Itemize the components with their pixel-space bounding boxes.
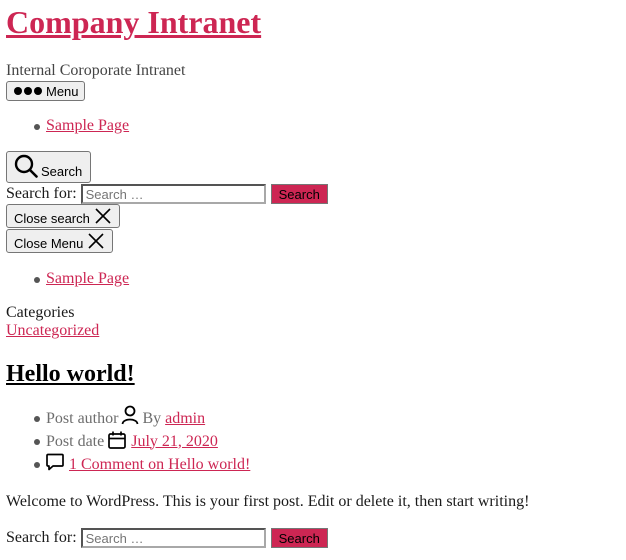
post-excerpt: Welcome to WordPress. This is your first… xyxy=(6,493,530,510)
post-title: Hello world! xyxy=(6,360,135,388)
person-icon xyxy=(121,405,139,425)
nav-item-sample-page: Sample Page xyxy=(6,115,129,137)
dots-icon xyxy=(14,87,42,95)
search-icon xyxy=(14,154,38,178)
category-list: Uncategorized xyxy=(6,322,99,340)
category-link[interactable]: Uncategorized xyxy=(6,322,99,339)
post-by-text: By xyxy=(142,409,162,427)
modal-search-form: Search for: Search xyxy=(6,184,328,204)
post-date-label: Post date xyxy=(46,432,105,450)
close-menu-button[interactable]: Close Menu xyxy=(6,229,113,253)
close-icon xyxy=(95,208,111,224)
menu-toggle-button[interactable]: Menu xyxy=(6,81,85,101)
search-submit-button[interactable]: Search xyxy=(270,184,328,204)
footer-search-input[interactable] xyxy=(80,528,266,548)
search-input[interactable] xyxy=(80,184,266,204)
categories-label: Categories xyxy=(6,304,75,321)
post-comments-link[interactable]: 1 Comment on Hello world! xyxy=(69,454,250,476)
post-meta-author: Post author By admin xyxy=(6,405,250,430)
footer-search-submit-button[interactable]: Search xyxy=(270,528,328,548)
footer-search-form: Search for: Search xyxy=(6,528,328,548)
comment-icon xyxy=(46,453,64,471)
site-title: Company Intranet xyxy=(6,2,261,42)
close-menu-label: Close Menu xyxy=(14,235,84,251)
post-title-link[interactable]: Hello world! xyxy=(6,361,135,387)
search-toggle-label: Search xyxy=(41,164,83,179)
post-author-label: Post author xyxy=(46,409,119,427)
menu-toggle-label: Menu xyxy=(46,83,79,99)
primary-nav: Sample Page xyxy=(6,115,129,137)
modal-nav: Sample Page xyxy=(6,268,129,290)
close-search-button[interactable]: Close search xyxy=(6,204,120,228)
footer-search-label: Search for: xyxy=(6,529,77,546)
nav-link-sample-page[interactable]: Sample Page xyxy=(46,117,129,134)
post-meta: Post author By admin Post date July 21, … xyxy=(6,405,250,476)
calendar-icon xyxy=(108,431,127,449)
post-date-link[interactable]: July 21, 2020 xyxy=(131,431,218,453)
post-meta-comments: 1 Comment on Hello world! xyxy=(6,453,250,476)
search-toggle-button[interactable]: Search xyxy=(6,151,91,183)
site-title-link[interactable]: Company Intranet xyxy=(6,4,261,40)
site-description: Internal Coroporate Intranet xyxy=(6,62,186,79)
close-icon xyxy=(88,233,104,249)
post-author-link[interactable]: admin xyxy=(165,408,205,430)
post-meta-date: Post date July 21, 2020 xyxy=(6,430,250,453)
search-label: Search for: xyxy=(6,185,77,202)
modal-nav-item-sample-page: Sample Page xyxy=(6,268,129,290)
modal-nav-link-sample-page[interactable]: Sample Page xyxy=(46,270,129,287)
close-search-label: Close search xyxy=(14,210,90,226)
